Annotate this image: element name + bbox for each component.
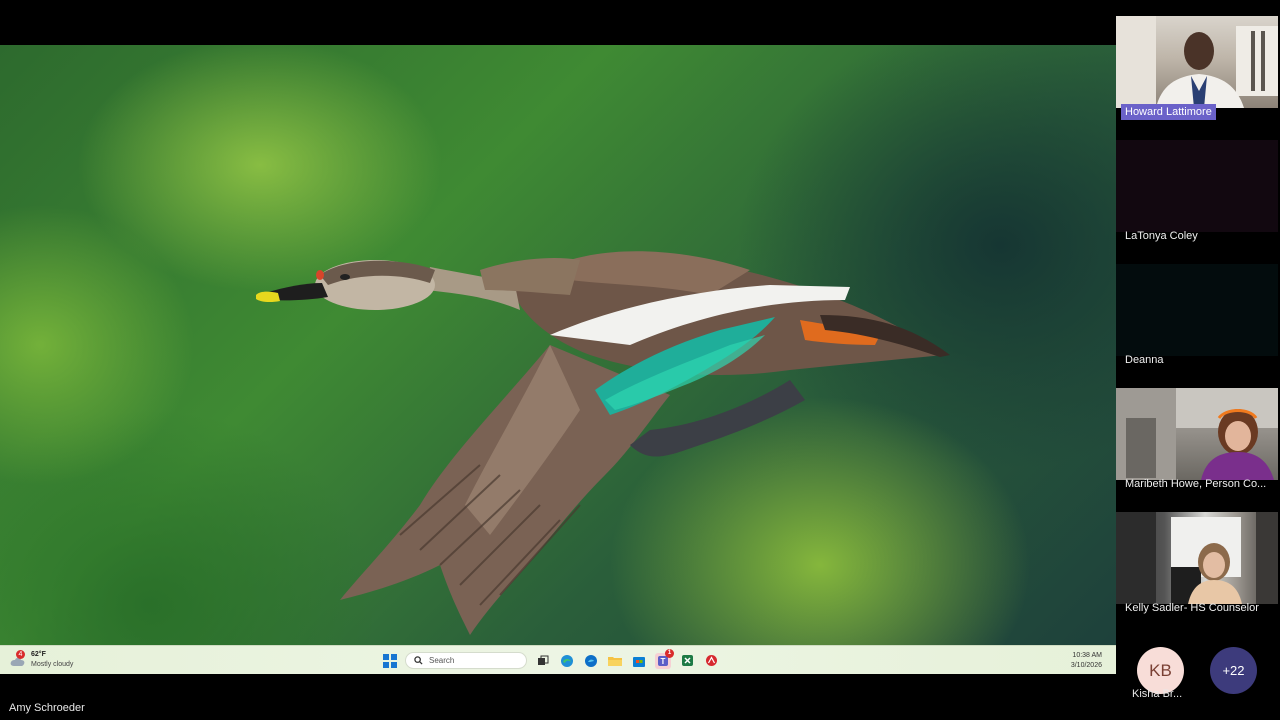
edge-icon[interactable] xyxy=(583,653,599,669)
participant-video xyxy=(1116,512,1278,604)
participant-tile-deanna[interactable] xyxy=(1116,264,1278,356)
duck-image xyxy=(256,251,950,635)
acrobat-icon[interactable] xyxy=(703,653,719,669)
participant-tile-maribeth[interactable] xyxy=(1116,388,1278,480)
edge-browser-icon[interactable] xyxy=(559,653,575,669)
weather-badge: 4 xyxy=(16,650,25,659)
meeting-window: 4 62°F Mostly cloudy Search T 1 10:38 AM… xyxy=(0,0,1280,720)
weather-condition: Mostly cloudy xyxy=(31,661,74,668)
teams-badge: 1 xyxy=(665,648,674,658)
shared-screen: 4 62°F Mostly cloudy Search T 1 10:38 AM… xyxy=(0,45,1116,674)
participant-name-maribeth: Maribeth Howe, Person Co... xyxy=(1125,478,1267,490)
task-view-icon[interactable] xyxy=(535,653,551,669)
participant-name-kisha: Kisha Br... xyxy=(1132,688,1183,700)
taskbar-search[interactable]: Search xyxy=(405,652,527,669)
participant-name-deanna: Deanna xyxy=(1125,354,1164,366)
windows-start-icon[interactable] xyxy=(383,653,397,668)
participant-tile-latonya[interactable] xyxy=(1116,140,1278,232)
windows-taskbar: 4 62°F Mostly cloudy Search T 1 10:38 AM… xyxy=(0,645,1116,674)
participant-avatar-kisha[interactable]: KB xyxy=(1137,647,1184,694)
search-placeholder: Search xyxy=(429,656,455,665)
file-explorer-icon[interactable] xyxy=(607,653,623,669)
participant-name-latonya: LaTonya Coley xyxy=(1125,230,1198,242)
weather-widget[interactable]: 4 62°F Mostly cloudy xyxy=(10,650,73,670)
participant-tile-howard[interactable] xyxy=(1116,16,1278,108)
presenter-name: Amy Schroeder xyxy=(9,702,85,714)
store-icon[interactable] xyxy=(631,653,647,669)
participant-tile-kelly[interactable] xyxy=(1116,512,1278,604)
excel-icon[interactable] xyxy=(679,653,695,669)
svg-text:T: T xyxy=(660,657,665,666)
cloud-icon: 4 xyxy=(10,650,26,666)
weather-temperature: 62°F xyxy=(31,651,46,658)
teams-icon[interactable]: T 1 xyxy=(655,648,674,669)
clock-time: 10:38 AM xyxy=(1072,652,1102,659)
participant-name-kelly: Kelly Sadler- HS Counselor xyxy=(1125,602,1259,614)
participant-video xyxy=(1116,388,1278,480)
more-participants-button[interactable]: +22 xyxy=(1210,647,1257,694)
system-clock[interactable]: 10:38 AM 3/10/2026 xyxy=(1071,651,1102,671)
taskbar-apps: Search T 1 xyxy=(383,648,719,671)
participant-name-howard: Howard Lattimore xyxy=(1121,104,1216,120)
search-icon xyxy=(414,656,423,665)
participant-video xyxy=(1116,16,1278,108)
clock-date: 3/10/2026 xyxy=(1070,662,1102,669)
